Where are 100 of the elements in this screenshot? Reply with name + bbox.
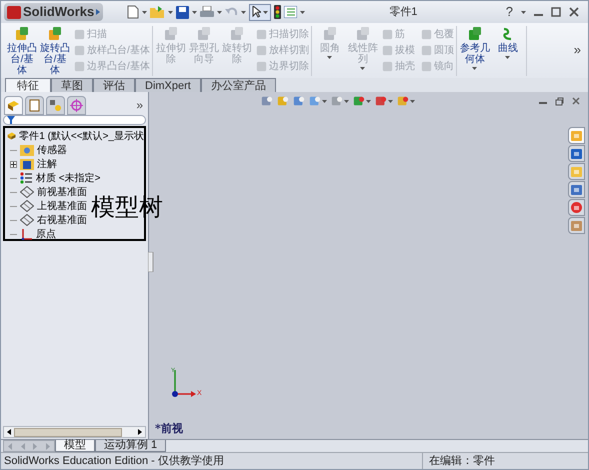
ribbon-command[interactable]: 拉伸凸台/基体 [6,26,38,76]
material-icon [20,172,33,184]
maximize-icon[interactable] [551,7,561,17]
view-tool-icon[interactable] [293,95,305,107]
tree-item[interactable]: 前视基准面 [37,184,87,200]
task-pane-tab[interactable] [568,199,585,216]
tab[interactable]: 特征 [5,78,51,92]
view-tool-icon[interactable] [261,95,273,107]
tree-item[interactable]: 传感器 [37,142,67,158]
part-icon [7,130,16,142]
traffic-light-icon[interactable] [274,5,282,19]
panel-tab[interactable] [46,96,65,114]
status-text: SolidWorks Education Edition - 仅供教学使用 [4,454,224,469]
plane-icon [20,200,34,212]
close-icon[interactable] [572,97,580,105]
horizontal-scrollbar[interactable] [3,426,146,438]
tree-item[interactable]: 材质 <未指定> [36,170,100,186]
clipboard-icon [28,98,41,112]
ribbon-command[interactable]: 参考几何体 [458,26,491,70]
pointer-icon [252,6,262,18]
folder-icon [20,158,34,170]
axis-triad-drawing [171,368,198,398]
tab[interactable]: 草图 [51,78,93,92]
caret-icon[interactable] [241,10,246,14]
options-icon[interactable] [284,6,298,18]
caret-icon[interactable] [505,56,510,59]
ribbon-command[interactable]: 曲线 [492,26,524,59]
caret-icon[interactable] [410,100,415,102]
view-name-label: *前视 [155,420,183,436]
filter-bar[interactable] [3,115,146,125]
caret-icon[interactable] [168,10,174,14]
sphere-icon [570,201,583,214]
caret-icon[interactable] [472,67,478,70]
caret-icon[interactable] [192,10,198,14]
crosshair-icon [70,98,83,112]
feature-icon [420,60,432,72]
task-pane-tab[interactable] [568,127,585,144]
task-pane-tab[interactable] [568,145,585,162]
view-tool-icon[interactable] [397,95,409,107]
tree-item[interactable]: 原点 [36,226,56,242]
tab[interactable]: DimXpert [135,78,201,92]
caret-icon[interactable] [142,10,148,14]
feature-icon [382,28,393,40]
caret-icon[interactable] [263,10,268,14]
task-pane-tab[interactable] [568,163,585,180]
expand-icon[interactable] [10,160,17,168]
caret-icon[interactable] [366,100,371,102]
plane-icon [20,214,34,226]
caret-icon[interactable] [300,10,306,14]
view-tool-icon[interactable] [309,95,321,107]
tree-item[interactable]: 注解 [37,156,57,172]
open-folder-icon[interactable] [150,6,166,18]
feature-icon [47,26,63,42]
ribbon-command[interactable]: 旋转凸台/基体 [39,26,71,76]
tab[interactable]: 评估 [93,78,135,92]
more-commands-button[interactable]: » [574,40,581,60]
tree-item[interactable]: 右视基准面 [37,212,87,228]
help-button[interactable]: ? [506,2,513,22]
tree-item[interactable]: 上视基准面 [37,198,87,214]
app-logo[interactable]: SolidWorks [4,3,104,21]
caret-icon[interactable] [521,10,526,14]
feature-icon [382,44,393,56]
task-pane-tab[interactable] [568,181,585,198]
caret-icon[interactable] [322,100,327,102]
window-title: 零件1 [389,4,418,20]
feature-icon [162,26,179,42]
panel-tab[interactable] [67,96,86,114]
folder-icon [20,144,34,156]
model-tab[interactable]: 模型 [55,440,95,452]
view-tool-icon[interactable] [353,95,365,107]
close-icon[interactable] [569,7,579,17]
panel-tab[interactable] [25,96,44,114]
box-icon [570,219,583,232]
caret-icon[interactable] [344,100,349,102]
panel-tab[interactable] [4,96,23,114]
feature-icon [322,26,338,42]
feature-icon [74,60,85,72]
tree-item[interactable]: 零件1 (默认<<默认>_显示状 [19,128,144,144]
feature-icon [466,26,483,42]
view-tool-icon[interactable] [375,95,387,107]
new-document-icon[interactable] [127,5,140,19]
caret-icon[interactable] [217,10,222,14]
feature-icon [256,44,267,56]
feature-icon [420,44,432,56]
caret-icon[interactable] [388,100,393,102]
more-tabs-button[interactable]: » [136,96,145,114]
folder-icon [570,165,583,178]
feature-icon [256,28,267,40]
feature-icon [420,28,432,40]
feature-icon [354,26,371,42]
feature-icon [74,44,85,56]
model-tab[interactable]: 运动算例 1 [95,440,166,452]
origin-icon [20,228,33,240]
save-icon[interactable] [176,6,190,18]
config-icon [49,98,62,112]
restore-icon[interactable] [555,96,564,106]
select-button[interactable] [249,4,272,20]
tab[interactable]: 办公室产品 [200,78,276,92]
feature-icon [74,28,85,40]
printer-icon[interactable] [200,6,214,18]
